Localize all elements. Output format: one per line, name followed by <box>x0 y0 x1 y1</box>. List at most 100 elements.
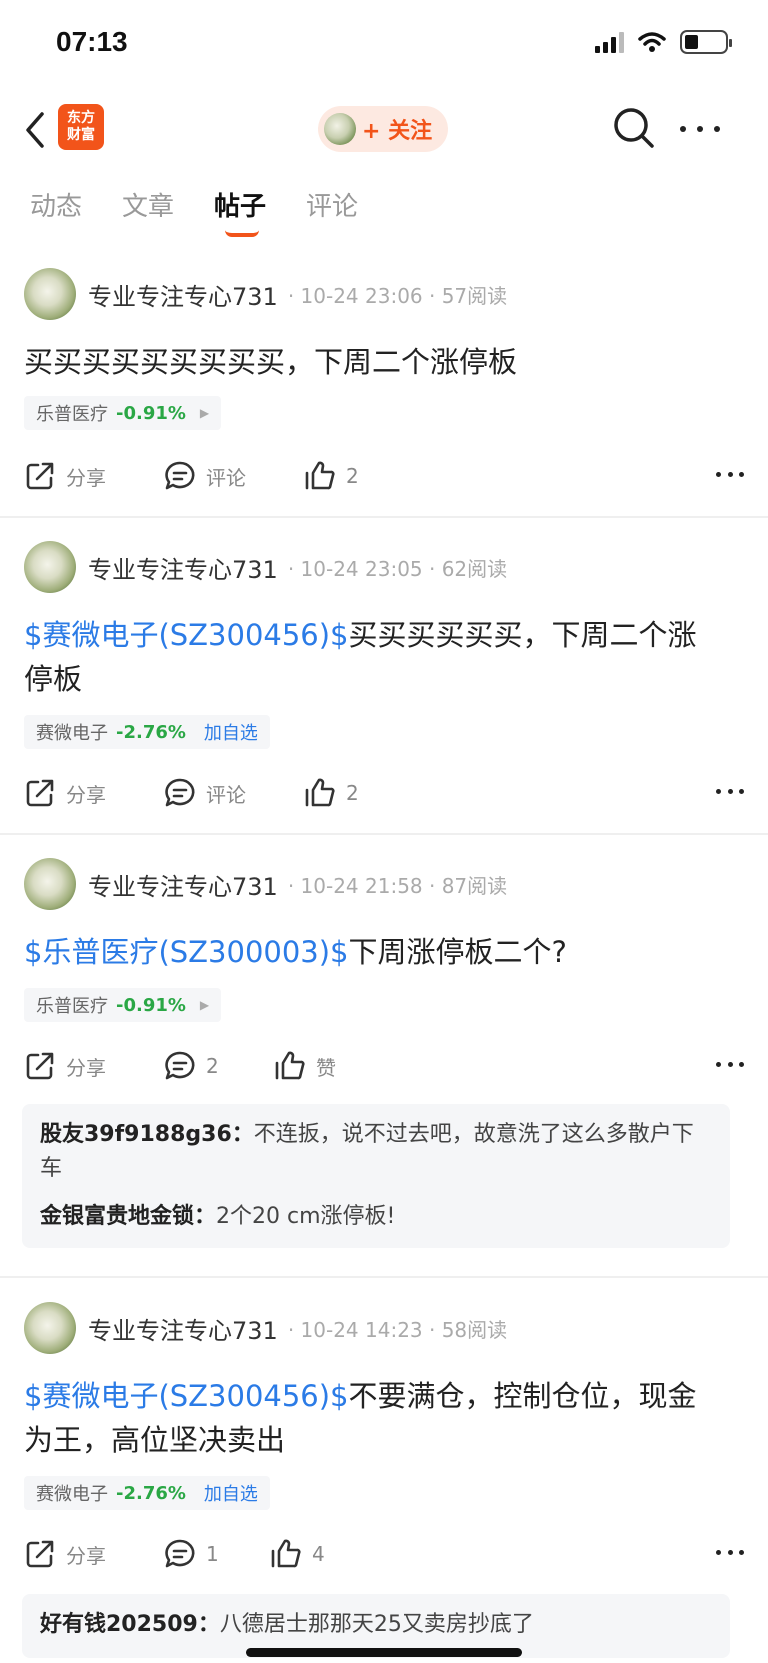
post-meta: · 10-24 14:23 · 58阅读 <box>287 1317 508 1342</box>
avatar <box>324 113 356 145</box>
like-count: 2 <box>346 781 359 805</box>
tab-posts[interactable]: 帖子 <box>214 186 266 223</box>
post-meta: · 10-24 23:06 · 57阅读 <box>287 283 508 308</box>
comment-icon <box>165 461 195 490</box>
author-name[interactable]: 专业专注专心731 <box>88 867 278 902</box>
nav-bar: 东方 财富 + 关注 <box>0 96 768 168</box>
stock-tag-name: 乐普医疗 <box>36 996 108 1017</box>
add-watchlist-button[interactable]: 加自选 <box>204 719 258 745</box>
share-icon <box>26 1052 54 1080</box>
follow-button[interactable]: + 关注 <box>318 106 448 152</box>
comment-icon <box>165 778 195 807</box>
stock-tag-name: 乐普医疗 <box>36 404 108 425</box>
tab-comments[interactable]: 评论 <box>306 186 358 223</box>
avatar[interactable] <box>24 541 76 593</box>
post-card[interactable]: 专业专注专心731 · 10-24 23:05 · 62阅读 $赛微电子(SZ3… <box>0 541 768 831</box>
stock-link[interactable]: $赛微电子(SZ300456)$ <box>24 1379 349 1413</box>
post-content[interactable]: 买买买买买买买买买，下周二个涨停板 <box>24 340 724 384</box>
thumbs-up-icon <box>305 461 335 490</box>
comment-item[interactable]: 股友39f9188g36：不连扳，说不过去吧，故意洗了这么多散户下车 <box>40 1118 712 1186</box>
signal-icon <box>595 31 624 53</box>
avatar[interactable] <box>24 1302 76 1354</box>
back-button[interactable] <box>24 108 54 152</box>
post-content[interactable]: $乐普医疗(SZ300003)$下周涨停板二个? <box>24 930 724 974</box>
more-button[interactable] <box>716 472 744 477</box>
author-name[interactable]: 专业专注专心731 <box>88 1311 278 1346</box>
more-icon <box>716 1550 721 1555</box>
stock-tag-name: 赛微电子 <box>36 1484 108 1505</box>
tab-articles[interactable]: 文章 <box>122 186 174 223</box>
post-card[interactable]: 专业专注专心731 · 10-24 14:23 · 58阅读 $赛微电子(SZ3… <box>0 1302 768 1663</box>
share-button[interactable]: 分享 <box>24 1046 106 1086</box>
post-actions: 分享 1 4 <box>24 1534 744 1574</box>
post-content[interactable]: $赛微电子(SZ300456)$买买买买买买，下周二个涨停板 <box>24 613 724 701</box>
tab-bar: 动态 文章 帖子 评论 <box>0 186 768 246</box>
post-header: 专业专注专心731 · 10-24 14:23 · 58阅读 <box>24 1302 507 1354</box>
stock-link[interactable]: $乐普医疗(SZ300003)$ <box>24 935 349 969</box>
stock-link[interactable]: $赛微电子(SZ300456)$ <box>24 618 349 652</box>
stock-tag[interactable]: 赛微电子 -2.76% 加自选 <box>24 1476 270 1510</box>
more-button[interactable] <box>716 1550 744 1555</box>
comment-button[interactable]: 评论 <box>164 773 246 813</box>
post-content[interactable]: $赛微电子(SZ300456)$不要满仓，控制仓位，现金为王，高位坚决卖出 <box>24 1374 724 1462</box>
avatar[interactable] <box>24 268 76 320</box>
play-icon: ▶ <box>199 998 210 1012</box>
thumbs-up-icon <box>271 1539 301 1568</box>
search-icon <box>614 108 654 148</box>
post-card[interactable]: 专业专注专心731 · 10-24 21:58 · 87阅读 $乐普医疗(SZ3… <box>0 858 768 1258</box>
avatar[interactable] <box>24 858 76 910</box>
play-icon: ▶ <box>199 406 210 420</box>
post-actions: 分享 评论 2 <box>24 456 744 496</box>
share-button[interactable]: 分享 <box>24 456 106 496</box>
author-name[interactable]: 专业专注专心731 <box>88 550 278 585</box>
post-header: 专业专注专心731 · 10-24 23:05 · 62阅读 <box>24 541 507 593</box>
more-button[interactable] <box>716 1062 744 1067</box>
stock-tag[interactable]: 乐普医疗 -0.91% ▶ <box>24 396 222 430</box>
comment-icon <box>165 1051 195 1080</box>
like-button[interactable]: 2 <box>304 773 359 813</box>
like-count: 4 <box>312 1542 325 1566</box>
thumbs-up-icon <box>275 1051 305 1080</box>
wifi-icon <box>638 32 666 52</box>
comment-text: 八德居士那那天25又卖房抄底了 <box>219 1612 534 1637</box>
comment-preview[interactable]: 股友39f9188g36：不连扳，说不过去吧，故意洗了这么多散户下车 金银富贵地… <box>22 1104 730 1248</box>
comment-item[interactable]: 金银富贵地金锁：2个20 cm涨停板! <box>40 1200 712 1234</box>
comment-user[interactable]: 好有钱202509： <box>40 1612 220 1637</box>
share-button[interactable]: 分享 <box>24 1534 106 1574</box>
author-name[interactable]: 专业专注专心731 <box>88 277 278 312</box>
comment-user[interactable]: 股友39f9188g36： <box>40 1122 254 1147</box>
post-actions: 分享 评论 2 <box>24 773 744 813</box>
post-card[interactable]: 专业专注专心731 · 10-24 23:06 · 57阅读 买买买买买买买买买… <box>0 268 768 516</box>
add-watchlist-button[interactable]: 加自选 <box>204 1480 258 1506</box>
comment-button[interactable]: 1 <box>164 1534 219 1574</box>
comment-count: 2 <box>206 1054 219 1078</box>
share-button[interactable]: 分享 <box>24 773 106 813</box>
comment-item[interactable]: 好有钱202509：八德居士那那天25又卖房抄底了 <box>40 1608 712 1642</box>
comment-user[interactable]: 金银富贵地金锁： <box>40 1204 216 1229</box>
stock-tag[interactable]: 乐普医疗 -0.91% ▶ <box>24 988 222 1022</box>
eastmoney-logo[interactable]: 东方 财富 <box>58 104 104 150</box>
status-icons <box>595 30 732 54</box>
like-button[interactable]: 4 <box>270 1534 325 1574</box>
status-time: 07:13 <box>56 26 128 57</box>
battery-icon <box>680 30 732 54</box>
post-divider <box>0 833 768 835</box>
chevron-left-icon <box>26 112 44 148</box>
more-button[interactable] <box>680 114 720 144</box>
post-divider <box>0 1276 768 1278</box>
post-actions: 分享 2 赞 <box>24 1046 744 1086</box>
post-header: 专业专注专心731 · 10-24 23:06 · 57阅读 <box>24 268 507 320</box>
comment-button[interactable]: 评论 <box>164 456 246 496</box>
thumbs-up-icon <box>305 778 335 807</box>
tab-dynamic[interactable]: 动态 <box>30 186 82 223</box>
share-label: 分享 <box>66 465 106 490</box>
like-button[interactable]: 2 <box>304 456 359 496</box>
share-label: 分享 <box>66 782 106 807</box>
comment-button[interactable]: 2 <box>164 1046 219 1086</box>
home-indicator[interactable] <box>246 1648 522 1657</box>
search-button[interactable] <box>612 106 656 150</box>
more-button[interactable] <box>716 789 744 794</box>
share-icon <box>26 462 54 490</box>
like-button[interactable]: 赞 <box>274 1046 336 1086</box>
stock-tag[interactable]: 赛微电子 -2.76% 加自选 <box>24 715 270 749</box>
